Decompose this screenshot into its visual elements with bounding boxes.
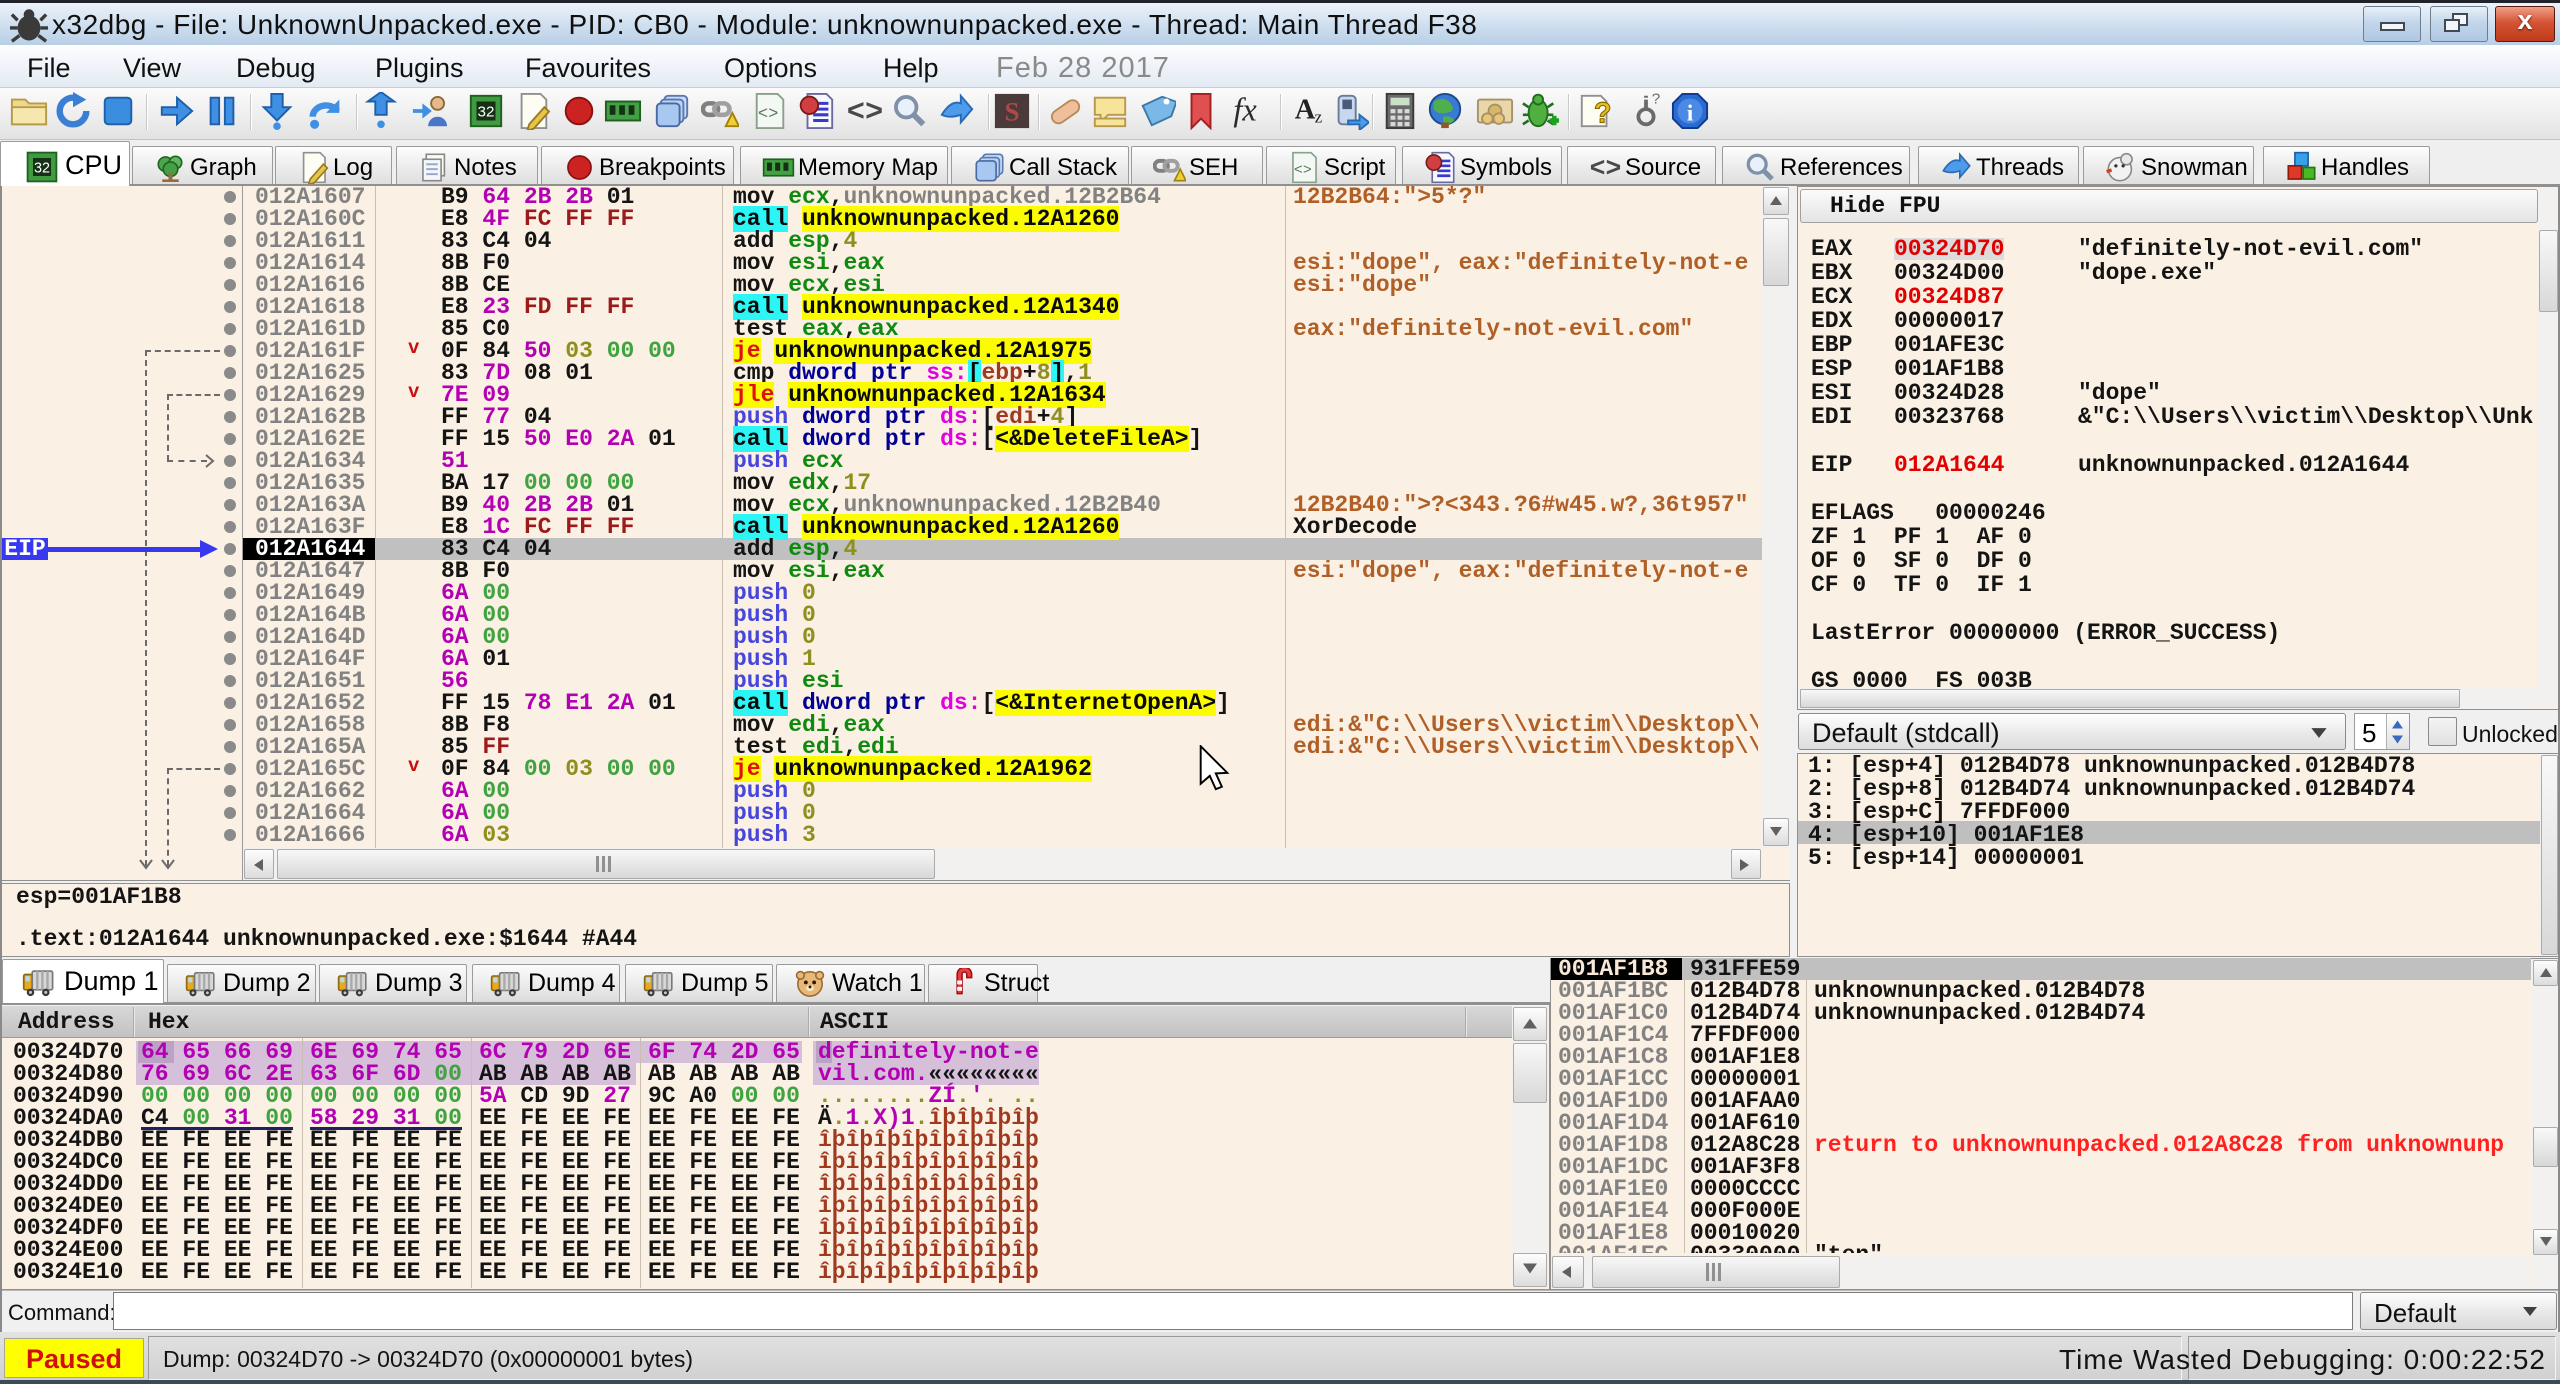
svg-text:S: S xyxy=(1005,97,1020,127)
svg-text:z: z xyxy=(1315,107,1323,126)
svg-text:i: i xyxy=(1687,101,1693,126)
svg-text:?: ? xyxy=(1652,92,1660,107)
svg-text:<>: <> xyxy=(1590,154,1622,184)
svg-text:<>: <> xyxy=(1294,163,1312,179)
svg-text:<>: <> xyxy=(758,106,779,125)
svg-text:32: 32 xyxy=(34,160,50,176)
svg-text:A: A xyxy=(1295,95,1316,126)
svg-text:fx: fx xyxy=(1233,92,1257,128)
svg-text:32: 32 xyxy=(478,104,495,121)
svg-text:<>: <> xyxy=(847,97,883,131)
svg-text:?: ? xyxy=(1594,97,1611,129)
